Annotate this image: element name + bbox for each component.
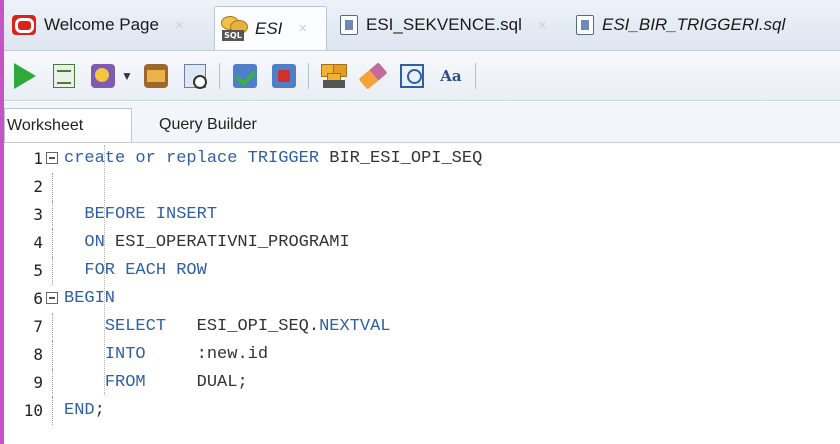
code-line[interactable]: 5 FOR EACH ROW xyxy=(4,257,840,285)
code-token: ESI_OPI_SEQ. xyxy=(166,317,320,336)
tab-query-builder[interactable]: Query Builder xyxy=(159,108,257,142)
code-keyword: FOR EACH ROW xyxy=(84,261,207,280)
code-token: ESI_OPERATIVNI_PROGRAMI xyxy=(115,233,350,252)
fold-guide xyxy=(52,397,53,425)
fold-guide xyxy=(52,229,53,257)
run-script-icon[interactable] xyxy=(49,61,79,91)
code-line[interactable]: 10 END; xyxy=(4,397,840,425)
tab-label: ESI_BIR_TRIGGERI.sql xyxy=(602,15,786,34)
code-text: END; xyxy=(64,397,105,425)
code-line[interactable]: 6 BEGIN xyxy=(4,285,840,313)
sql-worksheet-icon: SQL xyxy=(221,15,248,42)
fold-guide xyxy=(52,313,53,341)
chevron-down-icon[interactable]: ▼ xyxy=(121,69,133,83)
clear-icon[interactable] xyxy=(358,61,388,91)
tab-esi-bir-triggeri[interactable]: ESI_BIR_TRIGGERI.sql xyxy=(570,8,830,42)
line-number: 6 xyxy=(33,289,43,308)
line-number: 7 xyxy=(33,317,43,336)
tab-label: Query Builder xyxy=(159,116,257,133)
line-number: 4 xyxy=(33,233,43,252)
line-number: 3 xyxy=(33,205,43,224)
code-line[interactable]: 7 SELECT ESI_OPI_SEQ.NEXTVAL xyxy=(4,313,840,341)
fold-guide xyxy=(52,341,53,369)
code-line[interactable]: 1 create or replace TRIGGER BIR_ESI_OPI_S… xyxy=(4,145,840,173)
line-number: 8 xyxy=(33,345,43,364)
code-keyword: SELECT xyxy=(104,317,167,336)
tab-esi[interactable]: SQL ESI × xyxy=(214,6,327,50)
sql-file-icon xyxy=(576,15,594,35)
toolbar-separator xyxy=(307,62,309,89)
code-editor[interactable]: 1 create or replace TRIGGER BIR_ESI_OPI_S… xyxy=(4,143,840,444)
fold-toggle-icon[interactable] xyxy=(46,152,58,164)
sql-file-icon xyxy=(340,15,358,35)
code-text: SELECT ESI_OPI_SEQ.NEXTVAL xyxy=(64,313,391,341)
code-keyword: INTO xyxy=(104,345,146,364)
code-line[interactable]: 9 FROM DUAL; xyxy=(4,369,840,397)
code-line[interactable]: 4 ON ESI_OPERATIVNI_PROGRAMI xyxy=(4,229,840,257)
code-token: BIR_ESI_OPI_SEQ xyxy=(329,149,483,168)
format-icon[interactable]: Aa xyxy=(436,61,466,91)
code-token: :new.id xyxy=(145,345,269,364)
code-keyword: BEFORE INSERT xyxy=(84,205,218,224)
code-text: FROM DUAL; xyxy=(64,369,248,397)
code-line[interactable]: 8 INTO :new.id xyxy=(4,341,840,369)
fold-guide xyxy=(52,201,53,229)
toolbar-separator xyxy=(218,62,220,89)
toolbar-separator xyxy=(474,62,476,89)
tab-label: ESI_SEKVENCE.sql xyxy=(366,15,522,34)
explain-plan-icon[interactable] xyxy=(141,61,171,91)
code-text: BEGIN xyxy=(64,285,115,313)
sql-history-icon[interactable] xyxy=(397,61,427,91)
oracle-icon xyxy=(12,15,36,35)
run-statement-icon[interactable] xyxy=(10,61,40,91)
close-icon[interactable]: × xyxy=(298,20,307,37)
code-keyword: create or replace TRIGGER xyxy=(64,149,330,168)
fold-guide xyxy=(52,173,53,201)
sql-tuning-icon[interactable] xyxy=(180,61,210,91)
tab-esi-sekvence[interactable]: ESI_SEKVENCE.sql × xyxy=(334,8,564,42)
tab-label: Welcome Page xyxy=(44,15,159,34)
line-number: 10 xyxy=(23,401,43,420)
code-text: INTO :new.id xyxy=(64,341,268,369)
tab-welcome-page[interactable]: Welcome Page × xyxy=(6,8,211,42)
code-text: ON ESI_OPERATIVNI_PROGRAMI xyxy=(64,229,350,257)
code-keyword: FROM xyxy=(104,373,146,392)
line-number: 2 xyxy=(33,177,43,196)
fold-toggle-icon[interactable] xyxy=(46,292,58,304)
code-keyword: END xyxy=(64,401,95,420)
fold-guide xyxy=(52,257,53,285)
code-keyword: ON xyxy=(84,233,116,252)
worksheet-toolbar: ▼ Aa xyxy=(4,51,840,101)
close-icon[interactable]: × xyxy=(538,17,547,34)
code-keyword: BEGIN xyxy=(64,289,116,308)
rollback-icon[interactable] xyxy=(269,61,299,91)
code-text: create or replace TRIGGER BIR_ESI_OPI_SE… xyxy=(64,145,482,173)
editor-tab-bar: Welcome Page × SQL ESI × ESI_SEKVENCE.sq… xyxy=(4,0,840,51)
code-line[interactable]: 2 xyxy=(4,173,840,201)
code-line[interactable]: 3 BEFORE INSERT xyxy=(4,201,840,229)
autotrace-icon[interactable] xyxy=(88,61,118,91)
line-number: 5 xyxy=(33,261,43,280)
tab-label: Worksheet xyxy=(7,116,84,134)
code-token: ; xyxy=(94,401,105,420)
code-keyword: NEXTVAL xyxy=(319,317,391,336)
code-text: FOR EACH ROW xyxy=(64,257,207,285)
tab-worksheet[interactable]: Worksheet xyxy=(4,108,132,142)
line-number: 1 xyxy=(33,149,43,168)
code-token: DUAL; xyxy=(145,373,248,392)
tab-label: ESI xyxy=(255,18,283,38)
line-number: 9 xyxy=(33,373,43,392)
code-text: BEFORE INSERT xyxy=(64,201,217,229)
fold-guide xyxy=(52,369,53,397)
unshared-sql-icon[interactable] xyxy=(319,61,349,91)
worksheet-subtabs: Worksheet Query Builder xyxy=(4,102,840,143)
commit-icon[interactable] xyxy=(230,61,260,91)
close-icon[interactable]: × xyxy=(175,17,184,34)
